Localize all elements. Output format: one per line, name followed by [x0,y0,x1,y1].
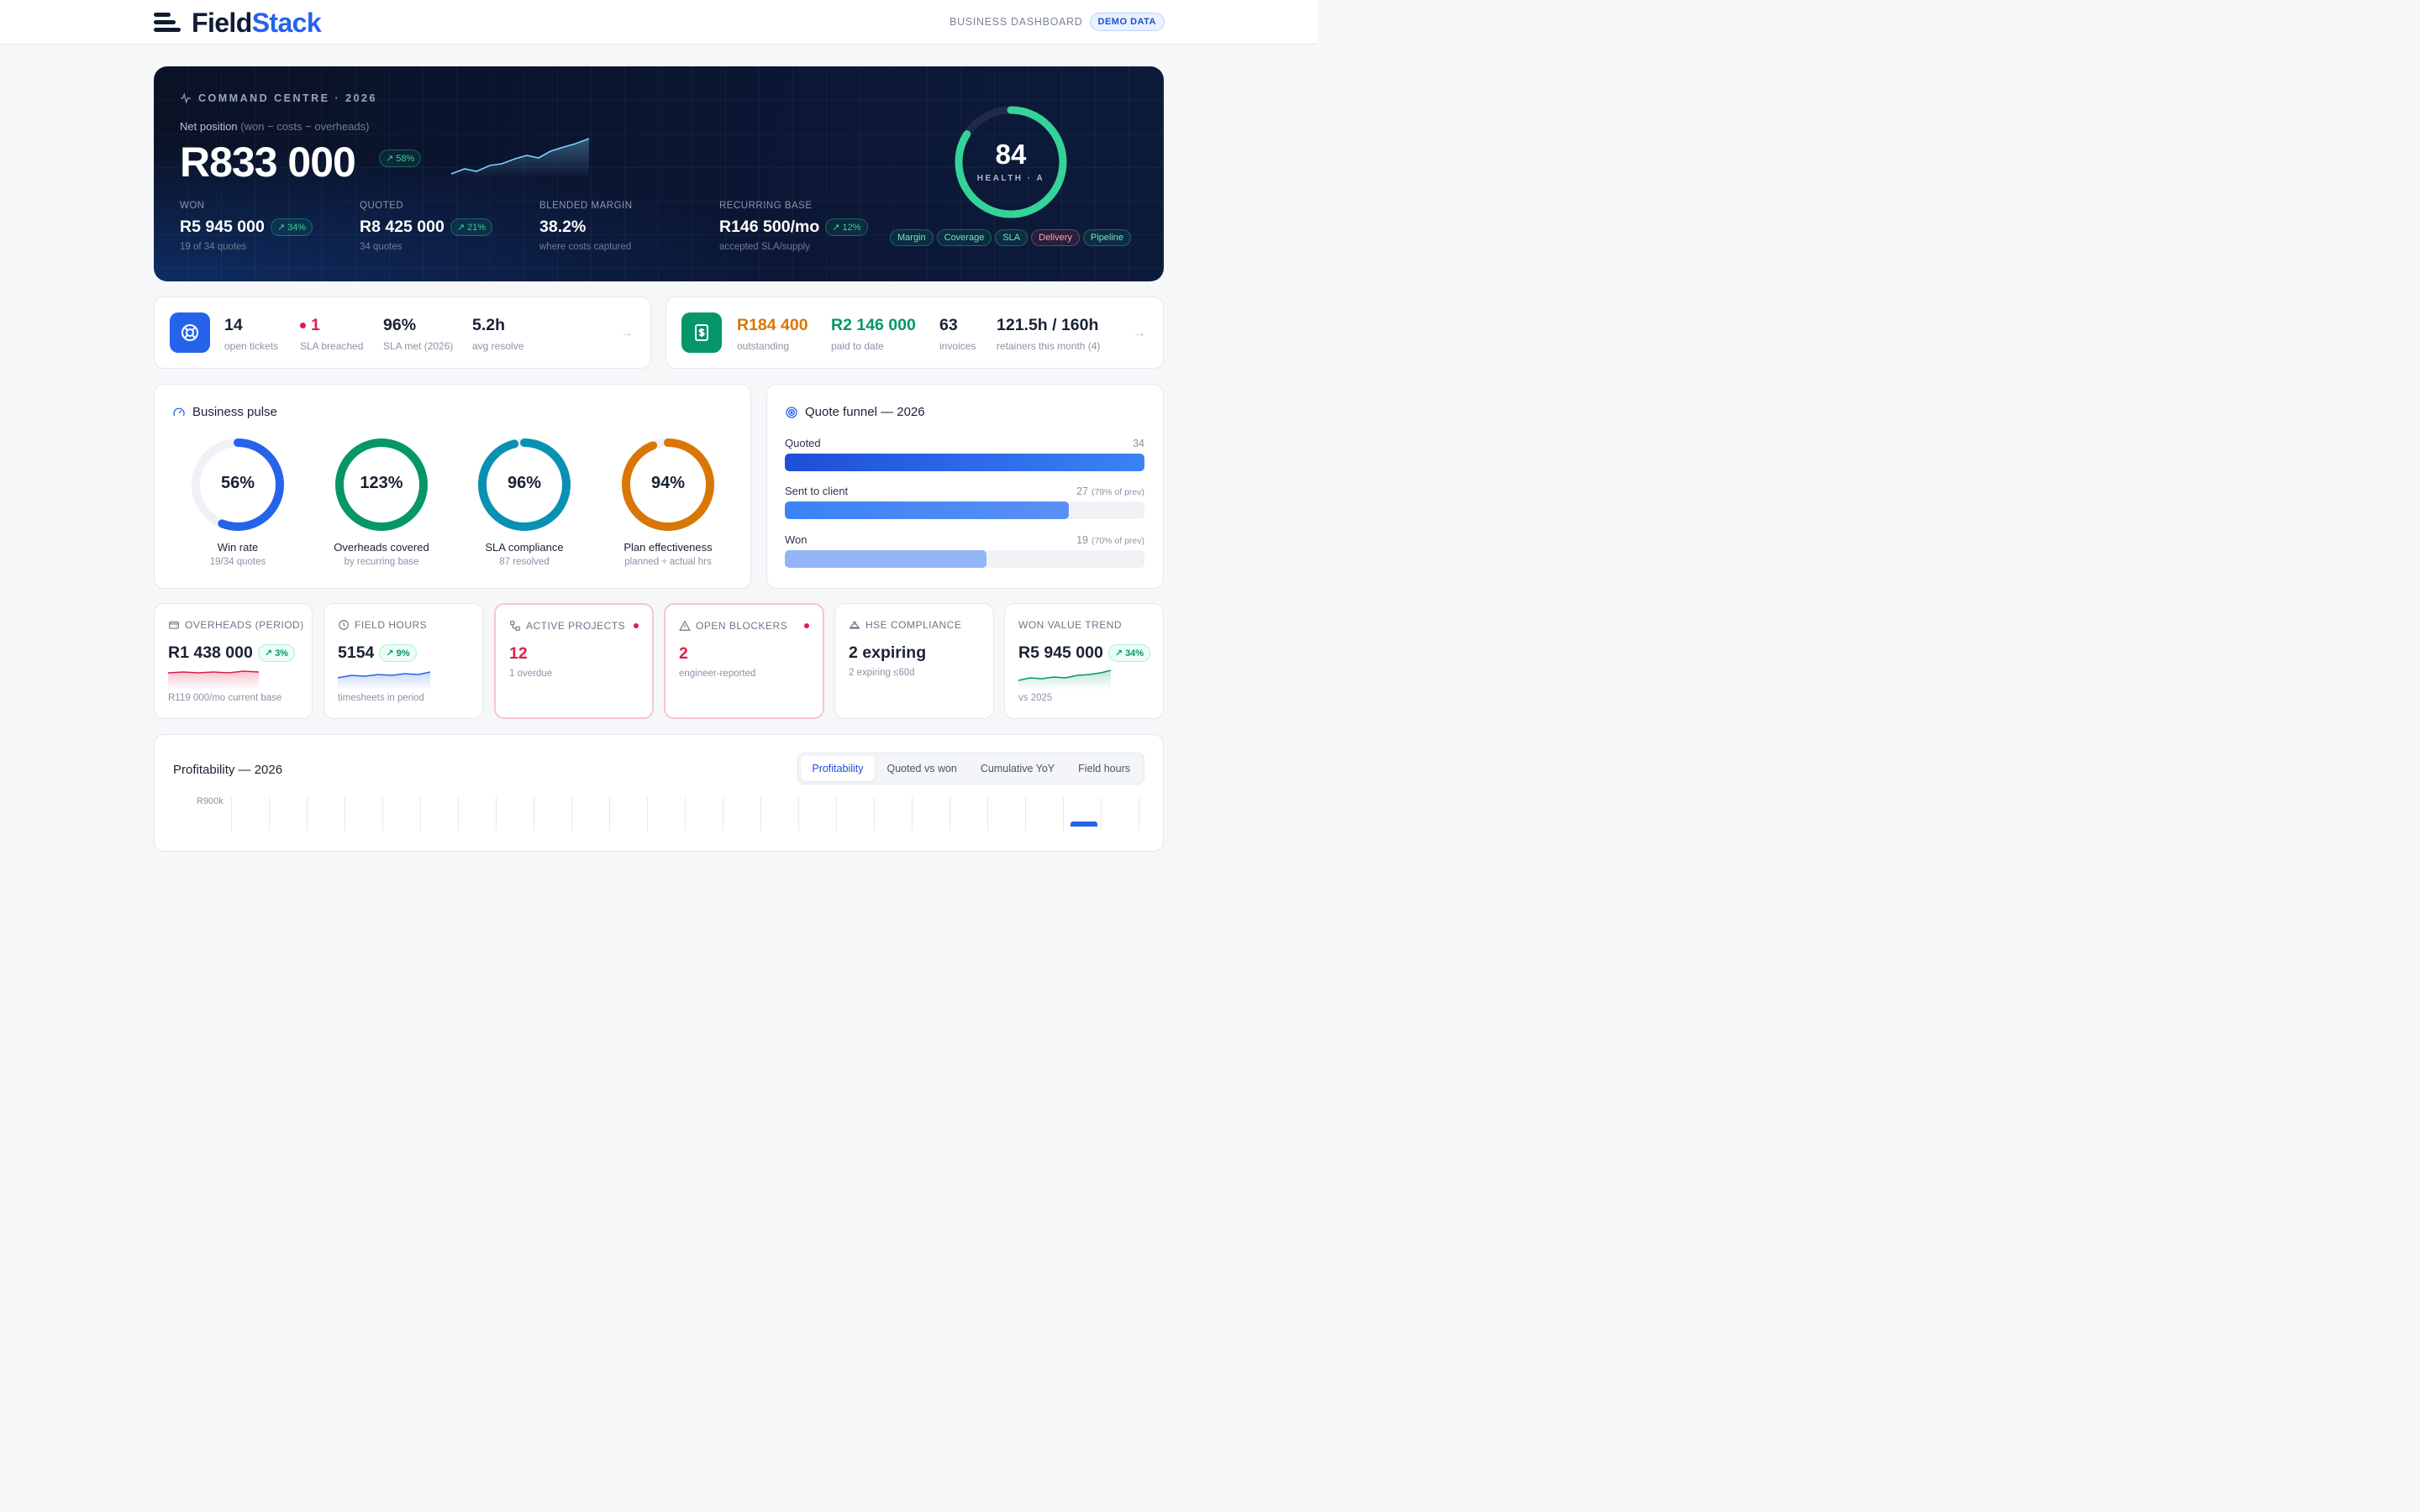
ring-title: Plan effectiveness [623,541,713,554]
trend-up-icon: ↗ [1114,648,1123,659]
tag-pipeline[interactable]: Pipeline [1082,229,1131,246]
pulse-ring: 56% Win rate 19/34 quotes [190,437,286,567]
ring-subtitle: 19/34 quotes [209,557,266,567]
ring-value: 94% [650,474,686,492]
target-icon [786,406,797,418]
brand-logo[interactable]: FieldStack [154,8,322,38]
ring-title: Win rate [217,541,259,554]
arrow-right-icon[interactable]: → [620,326,634,341]
demo-data-badge: DEMO DATA [1089,13,1165,31]
wallet-icon [169,621,179,629]
chart-bar [1071,822,1097,827]
quote-funnel-title: Quote funnel — 2026 [785,405,925,419]
section-label: BUSINESS DASHBOARD [950,16,1083,28]
support-summary-card[interactable]: 14 open tickets 1 SLA breached 96% SLA met … [154,297,651,369]
trend-up-icon: ↗ [276,223,286,233]
trend-up-icon: ↗ [386,154,394,164]
hero-eyebrow: COMMAND CENTRE · 2026 [180,92,377,104]
ring-value: 96% [507,474,542,492]
quote-funnel-card: Quote funnel — 2026 Quoted 34 Sent to cli… [766,384,1164,589]
net-position-label: Net position (won − costs − overheads) [180,120,370,133]
trend-up-icon: ↗ [264,648,273,659]
field-hours-sparkline [337,671,431,690]
funnel-bar [785,501,1070,519]
health-score: 84 [995,139,1027,170]
funnel-row-sent[interactable]: Sent to client 27 (79% of prev) [785,485,1144,519]
kpi-active-projects[interactable]: ACTIVE PROJECTS 12 1 overdue [494,603,654,719]
tag-delivery[interactable]: Delivery [1031,229,1080,246]
won-value-sparkline [1018,669,1112,690]
brand-name: FieldStack [192,8,322,38]
project-icon [510,621,520,631]
chart-grid [231,797,1144,831]
top-bar: FieldStack BUSINESS DASHBOARD DEMO DATA [0,0,1318,45]
y-axis-top-label: R900k [197,796,224,806]
profitability-title: Profitability — 2026 [173,763,283,777]
net-sparkline [450,138,590,179]
net-position-value: R833 000 [180,139,356,186]
invoice-icon [681,312,722,353]
kpi-overheads[interactable]: OVERHEADS (PERIOD) R1 438 000 ↗ 3% R119 00… [154,603,313,719]
ring-title: Overheads covered [334,541,429,554]
kpi-won-value-trend[interactable]: WON VALUE TREND R5 945 000 ↗ 34% vs 2025 [1004,603,1164,719]
clock-icon [339,620,349,630]
tab-field-hours[interactable]: Field hours [1067,756,1141,781]
ring-value: 56% [220,474,255,492]
command-centre-hero: COMMAND CENTRE · 2026 Net position (won … [154,66,1164,281]
alert-dot-icon [300,323,306,328]
gauge-icon [173,407,185,416]
ring-subtitle: planned ÷ actual hrs [624,557,712,567]
billing-summary-card[interactable]: R184 400 outstanding R2 146 000 paid to da… [666,297,1164,369]
kpi-open-blockers[interactable]: OPEN BLOCKERS 2 engineer-reported [664,603,824,719]
ring-title: SLA compliance [485,541,564,554]
tab-cumulative-yoy[interactable]: Cumulative YoY [970,756,1065,781]
net-change-badge: ↗ 58% [379,150,422,167]
alert-dot-icon [804,623,809,628]
health-tags: Margin Coverage SLA Delivery Pipeline [890,229,1131,246]
hardhat-icon [850,621,860,629]
pulse-ring: 123% Overheads covered by recurring base [334,437,429,567]
trend-up-icon: ↗ [832,223,840,233]
tab-quoted-vs-won[interactable]: Quoted vs won [876,756,968,781]
trend-up-icon: ↗ [386,648,394,659]
kpi-field-hours[interactable]: FIELD HOURS 5154 ↗ 9% timesheets in period [324,603,483,719]
alert-dot-icon [634,623,639,628]
ring-value: 123% [360,474,403,492]
business-pulse-title: Business pulse [172,405,277,419]
stat-quoted: QUOTED R8 425 000 ↗ 21% 34 quotes [360,201,493,252]
tag-sla[interactable]: SLA [995,229,1028,246]
overheads-sparkline [167,670,260,690]
kpi-hse-compliance[interactable]: HSE COMPLIANCE 2 expiring 2 expiring ≤60… [834,603,994,719]
funnel-bar [785,454,1144,471]
pulse-ring: 96% SLA compliance 87 resolved [476,437,572,567]
chart-tabs: Profitability Quoted vs won Cumulative Y… [797,753,1144,785]
stat-blended-margin: BLENDED MARGIN 38.2% where costs capture… [539,201,633,252]
trend-up-icon: ↗ [456,223,466,233]
funnel-row-quoted[interactable]: Quoted 34 [785,437,1144,471]
tag-coverage[interactable]: Coverage [936,229,992,246]
profitability-card: Profitability — 2026 Profitability Quote… [154,734,1164,852]
stat-won: WON R5 945 000 ↗ 34% 19 of 34 quotes [180,201,313,252]
health-gauge: 84 HEALTH · A [952,103,1070,221]
pulse-icon [181,92,191,104]
stack-logo-icon [154,11,181,34]
ring-subtitle: by recurring base [344,557,419,567]
funnel-row-won[interactable]: Won 19 (70% of prev) [785,533,1144,568]
stat-recurring-base: RECURRING BASE R146 500/mo ↗ 12% accepted … [719,201,868,252]
pulse-ring: 94% Plan effectiveness planned ÷ actual hr… [620,437,716,567]
arrow-right-icon[interactable]: → [1133,326,1146,341]
tab-profitability[interactable]: Profitability [801,756,875,781]
health-grade: HEALTH · A [976,174,1045,183]
funnel-bar [785,550,986,568]
lifebuoy-icon [170,312,210,353]
warning-icon [679,620,691,631]
tag-margin[interactable]: Margin [890,229,934,246]
business-pulse-card: Business pulse 56% Win rate 19/34 quotes 12… [154,384,751,589]
ring-subtitle: 87 resolved [499,557,550,567]
